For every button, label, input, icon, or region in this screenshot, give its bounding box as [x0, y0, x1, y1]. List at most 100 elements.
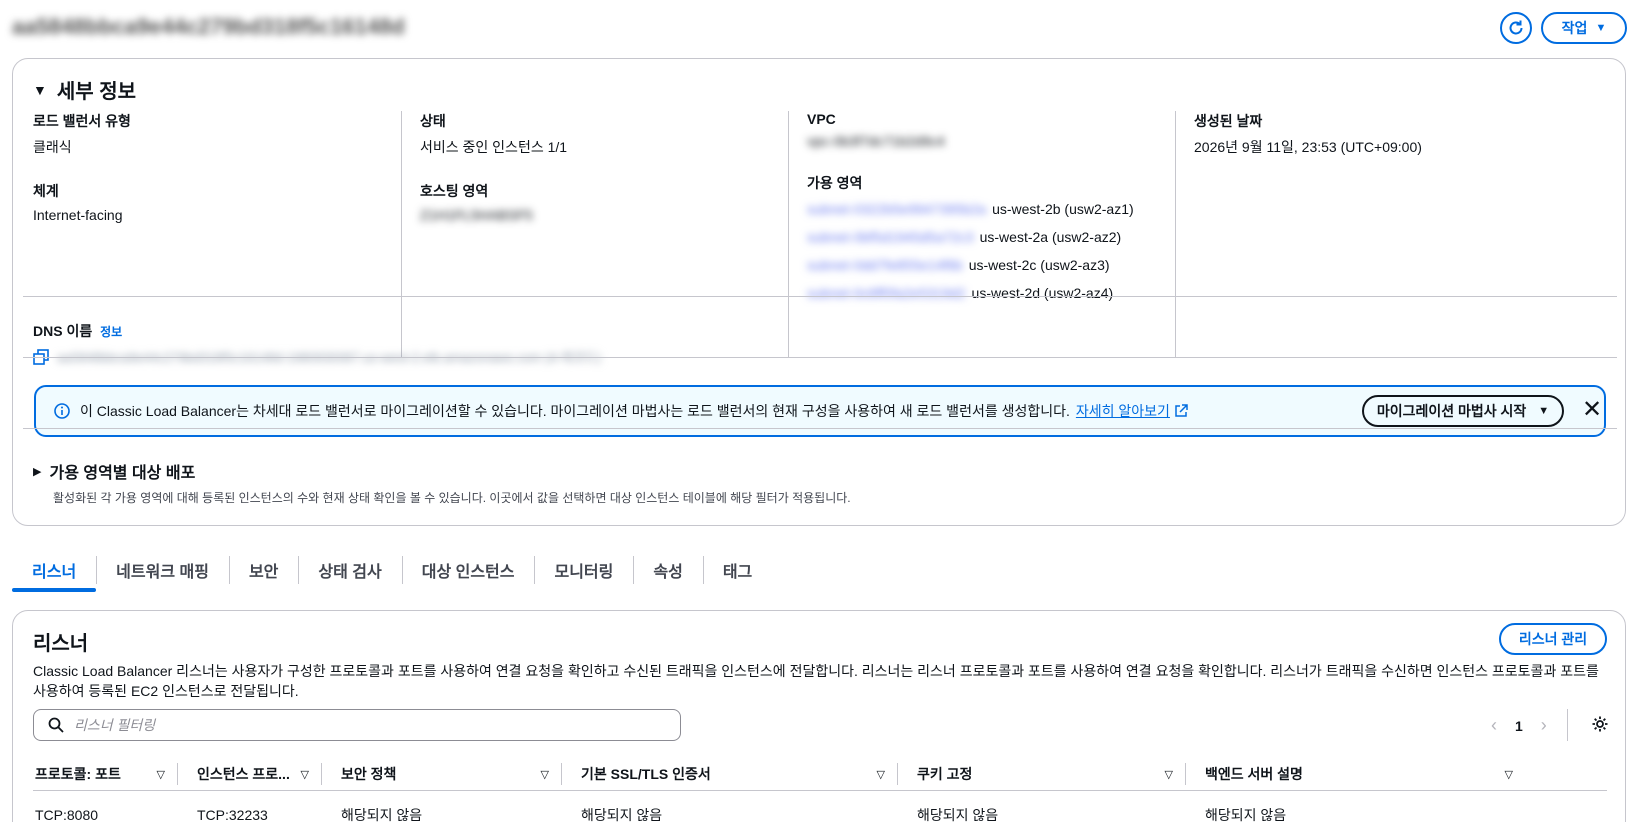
- column-label: 인스턴스 프로...: [197, 766, 290, 782]
- close-icon[interactable]: ✕: [1582, 395, 1602, 424]
- divider: [23, 296, 1617, 297]
- column-divider: [897, 763, 898, 785]
- listeners-desc: Classic Load Balancer 리스너는 사용자가 구성한 프로토콜…: [33, 663, 1599, 699]
- az-distribution-section: ▶ 가용 영역별 대상 배포 활성화된 각 가용 영역에 대해 등록된 인스턴스…: [33, 459, 851, 506]
- listeners-panel: 리스너 리스너 관리 Classic Load Balancer 리스너는 사용…: [12, 610, 1626, 822]
- column-divider: [177, 763, 178, 785]
- hosted-zone-value: Z1H1FL5HABSF5: [420, 207, 533, 223]
- subnet-link[interactable]: subnet-0bf5d1945d5a72c3: [807, 229, 974, 245]
- column-label: 백엔드 서버 설명: [1205, 766, 1303, 782]
- caret-down-icon: ▼: [33, 81, 47, 98]
- tab-health-check[interactable]: 상태 검사: [298, 546, 401, 592]
- details-title: 세부 정보: [56, 81, 137, 103]
- details-toggle[interactable]: ▼ 세부 정보: [33, 75, 136, 104]
- tab-bar: 리스너 네트워크 매핑 보안 상태 검사 대상 인스턴스 모니터링 속성 태그: [12, 546, 772, 592]
- column-header[interactable]: 인스턴스 프로... ▽: [195, 757, 321, 791]
- az-distribution-desc: 활성화된 각 가용 영역에 대해 등록된 인스턴스의 수와 현재 상태 확인을 …: [53, 491, 851, 505]
- sort-icon: ▽: [1164, 768, 1173, 781]
- listener-search: [33, 709, 681, 741]
- page-number[interactable]: 1: [1515, 718, 1523, 734]
- az-row: subnet-0322b5e9947395b2a us-west-2b (usw…: [807, 195, 1167, 223]
- search-icon: [48, 717, 64, 733]
- divider: [23, 428, 1617, 429]
- column-divider: [1185, 763, 1186, 785]
- caret-right-icon: ▶: [33, 465, 42, 478]
- column-label: 보안 정책: [341, 766, 397, 782]
- az-label: 가용 영역: [807, 175, 863, 191]
- column-label: 기본 SSL/TLS 인증서: [581, 766, 711, 782]
- dns-info-link[interactable]: 정보: [100, 325, 122, 339]
- sort-icon: ▽: [1504, 768, 1513, 781]
- table-row: TCP:8080 TCP:32233 해당되지 않음 해당되지 않음 해당되지 …: [33, 797, 1607, 822]
- pager-divider: [1567, 709, 1568, 741]
- learn-more-link[interactable]: 자세히 알아보기: [1076, 401, 1170, 421]
- table-cell: 해당되지 않음: [341, 807, 423, 822]
- tab-attributes[interactable]: 속성: [633, 546, 702, 592]
- wizard-label: 마이그레이션 마법사 시작: [1376, 403, 1527, 419]
- az-name: us-west-2c (usw2-az3): [968, 257, 1110, 273]
- details-col-3: VPC vpc-0b3f7dc71b2d9c4 가용 영역 subnet-032…: [807, 111, 1167, 357]
- refresh-icon: [1509, 20, 1523, 35]
- scheme-value: Internet-facing: [33, 207, 123, 223]
- actions-button[interactable]: 작업 ▼: [1541, 12, 1627, 44]
- table-cell: 해당되지 않음: [1205, 807, 1287, 822]
- tab-listeners[interactable]: 리스너: [12, 546, 97, 592]
- chevron-left-icon[interactable]: ‹: [1491, 715, 1497, 736]
- column-header[interactable]: 프로토콜: 포트 ▽: [33, 757, 177, 791]
- column-label: 쿠키 고정: [917, 766, 973, 782]
- refresh-button[interactable]: [1500, 12, 1532, 44]
- dns-label: DNS 이름: [33, 323, 93, 339]
- hosted-zone-label: 호스팅 영역: [420, 183, 489, 199]
- table-cell: TCP:32233: [197, 807, 268, 822]
- tab-monitoring[interactable]: 모니터링: [534, 546, 633, 592]
- tab-security[interactable]: 보안: [228, 546, 298, 592]
- table-cell: 해당되지 않음: [581, 807, 663, 822]
- column-header[interactable]: 보안 정책 ▽: [339, 757, 561, 791]
- az-distribution-toggle[interactable]: ▶ 가용 영역별 대상 배포: [33, 459, 851, 483]
- chevron-right-icon[interactable]: ›: [1541, 715, 1547, 736]
- listener-filter-input[interactable]: [74, 717, 654, 733]
- migration-wizard-button[interactable]: 마이그레이션 마법사 시작 ▼: [1362, 395, 1564, 427]
- column-header[interactable]: 쿠키 고정 ▽: [915, 757, 1185, 791]
- caret-down-icon: ▼: [1538, 405, 1550, 417]
- column-label: 프로토콜: 포트: [35, 766, 121, 782]
- table-cell: TCP:8080: [35, 807, 99, 822]
- col-divider: [1175, 111, 1176, 357]
- subnet-link[interactable]: subnet-0dd7fe855e14f6b: [807, 257, 963, 273]
- page-header: aa5848bbca9e44c279bd318f5c16148d 작업 ▼: [12, 12, 1627, 52]
- details-col-4: 생성된 날짜 2026년 9월 11일, 23:53 (UTC+09:00): [1194, 111, 1594, 357]
- az-name: us-west-2d (usw2-az4): [971, 285, 1114, 301]
- external-link-icon: [1175, 404, 1188, 417]
- info-icon: [54, 403, 70, 419]
- listeners-title: 리스너: [33, 633, 89, 655]
- migration-alert: 이 Classic Load Balancer는 차세대 로드 밸런서로 마이그…: [34, 385, 1606, 437]
- status-value: 서비스 중인 인스턴스 1/1: [420, 139, 568, 155]
- az-name: us-west-2b (usw2-az1): [992, 201, 1134, 217]
- details-panel: ▼ 세부 정보 로드 밸런서 유형 클래식 체계 Internet-facing…: [12, 58, 1626, 526]
- lb-type-value: 클래식: [33, 139, 72, 155]
- column-header[interactable]: 기본 SSL/TLS 인증서 ▽: [579, 757, 897, 791]
- lb-type-label: 로드 밸런서 유형: [33, 113, 131, 129]
- az-row: subnet-0dd7fe855e14f6b us-west-2c (usw2-…: [807, 251, 1167, 279]
- manage-listeners-button[interactable]: 리스너 관리: [1499, 623, 1607, 655]
- column-header[interactable]: 백엔드 서버 설명 ▽: [1203, 757, 1525, 791]
- sort-icon: ▽: [300, 768, 309, 781]
- subnet-link[interactable]: subnet-0322b5e9947395b2a: [807, 201, 986, 217]
- vpc-label: VPC: [807, 111, 836, 127]
- sort-icon: ▽: [156, 768, 165, 781]
- divider: [23, 357, 1617, 358]
- az-list: subnet-0322b5e9947395b2a us-west-2b (usw…: [807, 195, 1167, 307]
- tab-target-instances[interactable]: 대상 인스턴스: [401, 546, 535, 592]
- column-divider: [321, 763, 322, 785]
- actions-label: 작업: [1561, 20, 1588, 36]
- subnet-link[interactable]: subnet-0c6ff0fa2e5319d2: [807, 285, 966, 301]
- sort-icon: ▽: [876, 768, 885, 781]
- tab-network-mapping[interactable]: 네트워크 매핑: [96, 546, 229, 592]
- caret-down-icon: ▼: [1595, 22, 1607, 34]
- tab-tags[interactable]: 태그: [702, 546, 772, 592]
- table-header: 프로토콜: 포트 ▽ 인스턴스 프로... ▽ 보안 정책 ▽ 기본 SSL/T…: [33, 757, 1607, 791]
- created-label: 생성된 날짜: [1194, 113, 1263, 129]
- gear-icon[interactable]: [1591, 715, 1609, 733]
- table-cell: 해당되지 않음: [917, 807, 999, 822]
- vpc-link[interactable]: vpc-0b3f7dc71b2d9c4: [807, 133, 1167, 149]
